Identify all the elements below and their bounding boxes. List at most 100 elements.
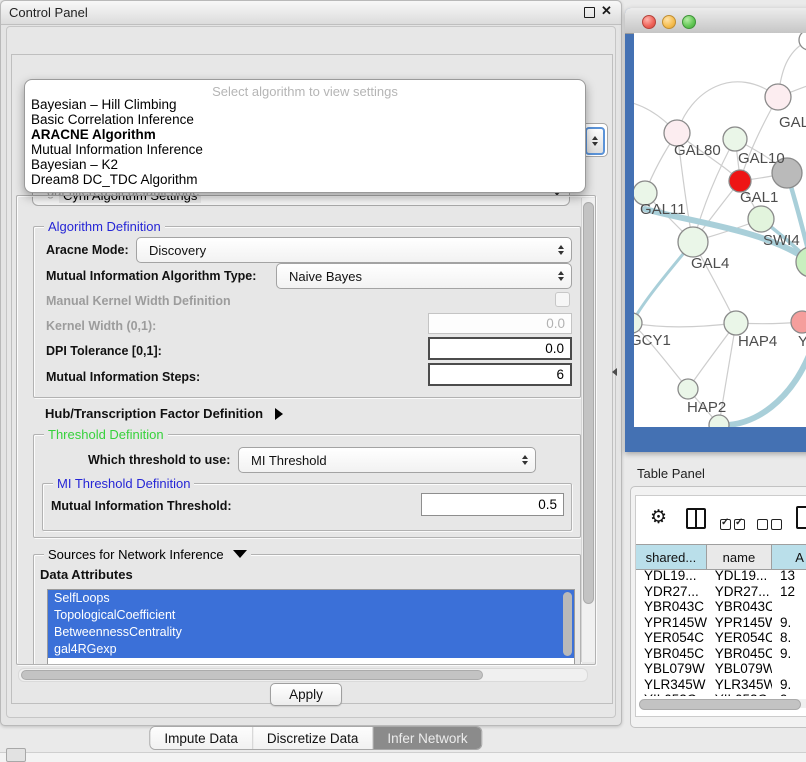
network-node[interactable] [678,227,708,257]
chevron-right-icon [275,408,283,420]
node-label: Y [798,333,806,350]
network-node[interactable] [748,206,774,232]
table-cell: YER054C [636,630,707,646]
settings-horizontal-scrollbar[interactable] [18,668,588,682]
table-row[interactable]: YIL052CYIL052C9 [636,692,806,696]
algorithm-option[interactable]: ARACNE Algorithm [29,127,581,142]
network-window-titlebar[interactable] [625,8,806,34]
column-header-shared[interactable]: shared... [636,545,707,569]
select-all-checkboxes-icon[interactable] [720,517,748,535]
table-row[interactable]: YDR27...YDR27...12 [636,584,806,600]
mi-steps-field[interactable] [428,363,572,386]
table-cell: YDL19... [707,568,772,584]
algorithm-option[interactable]: Mutual Information Inference [29,142,581,157]
aracne-mode-label: Aracne Mode: [46,243,129,257]
columns-icon[interactable] [686,508,706,529]
column-header-a[interactable]: A [772,545,806,569]
apply-button[interactable]: Apply [270,683,342,706]
algorithm-definition-title: Algorithm Definition [44,219,165,234]
manual-kernel-checkbox[interactable] [555,292,570,307]
tab-infer-network[interactable]: Infer Network [373,727,481,749]
gear-icon[interactable]: ⚙ [650,508,667,527]
deselect-all-checkboxes-icon[interactable] [757,517,785,535]
table-row[interactable]: YBR043CYBR043C [636,599,806,615]
table-cell: YBR043C [636,599,707,615]
table-cell: YBR045C [636,646,707,662]
attribute-list-item[interactable]: SelfLoops [48,590,574,607]
minimize-traffic-light-icon[interactable] [662,15,676,29]
table-row[interactable]: YBR045CYBR045C9. [636,646,806,662]
attribute-list-item[interactable]: BetweennessCentrality [48,624,574,641]
table-horizontal-scrollbar[interactable] [639,699,806,708]
network-edge[interactable] [719,348,806,425]
network-node[interactable] [723,127,747,151]
network-graph: GALGAL80GAL10GAL1GAL11SWI4GAL4GCY1HAP4YH… [634,33,806,427]
aracne-mode-combo[interactable]: Discovery [136,237,572,263]
mi-threshold-field[interactable] [421,493,564,516]
mi-threshold-group: MI Threshold Definition Mutual Informati… [42,483,572,531]
sources-title: Sources for Network Inference [48,547,224,562]
network-node[interactable] [724,311,748,335]
algorithm-option[interactable]: Bayesian – K2 [29,157,581,172]
node-label: GAL1 [740,189,778,206]
settings-vertical-scrollbar[interactable] [581,198,595,662]
node-label: GAL4 [691,255,729,272]
network-node[interactable] [799,33,806,50]
network-node[interactable] [791,311,806,333]
which-threshold-combo[interactable]: MI Threshold [238,447,536,473]
table-row[interactable]: YER054CYER054C8. [636,630,806,646]
hub-definition-toggle[interactable]: Hub/Transcription Factor Definition [45,406,283,421]
control-panel-window: Control Panel ✕ NetworkStyleSelectCyni T… [0,0,622,726]
network-node[interactable] [634,313,642,333]
algorithm-option[interactable]: Bayesian – Hill Climbing [29,97,581,112]
float-window-icon[interactable] [584,7,595,18]
kernel-width-field[interactable] [428,313,572,334]
attribute-list-item[interactable]: TopologicalCoefficient [48,607,574,624]
mi-type-label: Mutual Information Algorithm Type: [46,269,256,283]
screen: Control Panel ✕ NetworkStyleSelectCyni T… [0,0,806,762]
export-table-icon[interactable] [796,506,806,529]
network-node[interactable] [765,84,791,110]
network-canvas[interactable]: GALGAL80GAL10GAL1GAL11SWI4GAL4GCY1HAP4YH… [634,33,806,427]
tab-impute-data[interactable]: Impute Data [150,727,253,749]
splitter-collapse-arrow[interactable] [612,368,617,376]
cyni-algorithm-settings-group: Cyni Algorithm Settings Algorithm Defini… [16,195,596,665]
table-panel-inner: ⚙ shared...nameA YDL19...YDL19...13YDR27… [635,495,806,717]
minimized-panel-button[interactable] [6,748,26,762]
table-cell: YBL079W [707,661,772,677]
table-cell: 9. [772,677,806,693]
attributes-scrollbar[interactable] [563,592,572,656]
network-edge[interactable] [634,323,736,327]
algorithm-option[interactable]: Dream8 DC_TDC Algorithm [29,172,581,187]
attribute-list-item[interactable]: gal4RGexp [48,641,574,658]
table-row[interactable]: YLR345WYLR345W9. [636,677,806,693]
table-row[interactable]: YDL19...YDL19...13 [636,568,806,584]
table-cell: 12 [772,584,806,600]
tab-label: Impute Data [164,731,238,746]
hub-definition-label: Hub/Transcription Factor Definition [45,406,263,421]
tab-label: Infer Network [387,731,467,746]
close-icon[interactable]: ✕ [601,3,612,19]
table-row[interactable]: YBL079WYBL079W [636,661,806,677]
table-row[interactable]: YPR145WYPR145W9. [636,615,806,631]
table-cell: 9 [772,692,806,696]
node-label: GAL [779,114,806,131]
chevron-down-icon [233,550,247,558]
kernel-width-label: Kernel Width (0,1): [46,319,156,333]
network-node[interactable] [678,379,698,399]
node-label: HAP2 [687,399,726,416]
node-label: GAL11 [640,201,686,218]
table-cell: YIL052C [707,692,772,696]
sources-title-row[interactable]: Sources for Network Inference [44,547,251,562]
node-label: GAL10 [738,150,785,167]
algorithm-option[interactable]: Basic Correlation Inference [29,112,581,127]
mi-type-combo[interactable]: Naive Bayes [276,263,572,289]
table-cell: 13 [772,568,806,584]
threshold-definition-group: Threshold Definition Which threshold to … [33,434,581,538]
zoom-traffic-light-icon[interactable] [682,15,696,29]
close-traffic-light-icon[interactable] [642,15,656,29]
dpi-tolerance-field[interactable] [428,337,572,360]
column-header-name[interactable]: name [707,545,772,569]
tab-discretize-data[interactable]: Discretize Data [253,727,374,749]
control-panel-titlebar[interactable]: Control Panel ✕ [1,1,621,25]
